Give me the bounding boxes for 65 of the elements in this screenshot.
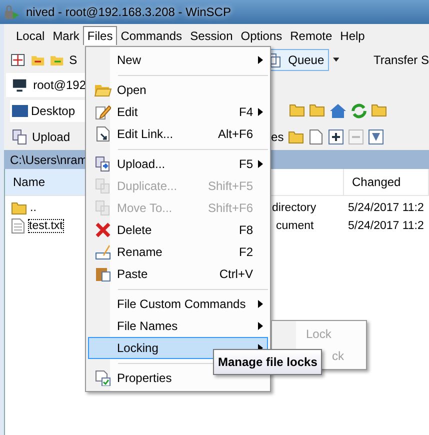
menu-item[interactable]: Delete F8 <box>88 219 268 241</box>
menu-item[interactable]: Local <box>12 26 49 46</box>
parent-folder-icon <box>289 102 305 116</box>
shortcut-label: F8 <box>238 223 253 237</box>
submenu-arrow-icon <box>258 322 262 330</box>
app-icon <box>4 4 20 20</box>
menu-item[interactable]: Open <box>88 79 268 101</box>
menu-item[interactable]: Session <box>186 26 237 46</box>
menu-item[interactable]: Edit F4 <box>88 101 268 123</box>
refresh-icon[interactable] <box>351 102 367 118</box>
menu-item[interactable]: Help <box>336 26 369 46</box>
session-tab[interactable]: root@192 <box>6 73 86 97</box>
rename-icon <box>95 244 111 260</box>
root-folder-icon <box>309 102 325 116</box>
table-cell-text: 5/24/2017 11:2 <box>347 202 425 214</box>
toolbar-label: Transfer S <box>373 53 429 67</box>
filter-icon[interactable] <box>368 129 384 145</box>
clipboard-icon <box>95 266 111 282</box>
document-link-icon[interactable] <box>308 129 324 145</box>
menu-item[interactable]: Rename F2 <box>88 241 268 263</box>
toolbar-label: es <box>271 130 284 144</box>
pencil-icon <box>95 104 111 120</box>
upload-icon <box>12 129 28 145</box>
menu-item[interactable]: File Names <box>88 315 268 337</box>
properties-icon <box>95 370 111 386</box>
shortcut-label: Shift+F6 <box>208 201 253 215</box>
shortcut-label: Ctrl+V <box>219 267 253 281</box>
document-link-icon <box>95 126 111 142</box>
menu-item[interactable]: Paste Ctrl+V <box>88 263 268 285</box>
submenu-arrow-icon <box>258 56 262 64</box>
duplicate-icon <box>95 178 111 194</box>
menu-item[interactable]: File Custom Commands <box>88 293 268 315</box>
table-cell: cument <box>276 220 314 232</box>
submenu-arrow-icon <box>258 160 262 168</box>
submenu-arrow-icon <box>258 300 262 308</box>
menu-item[interactable]: Edit Link... Alt+F6 <box>88 123 268 145</box>
table-cell: directory <box>272 202 316 214</box>
upload-button[interactable]: Upload <box>10 129 72 145</box>
menu-item[interactable]: Files <box>83 26 117 45</box>
submenu-arrow-icon <box>258 108 262 116</box>
caret-icon[interactable] <box>333 57 340 63</box>
upload-icon <box>95 156 111 172</box>
shortcut-label: F2 <box>238 245 253 259</box>
parent-folder-icon <box>11 201 27 215</box>
move-icon <box>95 200 111 216</box>
window-title: nived - root@192.168.3.208 - WinSCP <box>26 5 231 19</box>
delete-icon <box>95 222 111 238</box>
shortcut-label: Shift+F5 <box>208 179 253 193</box>
menu-item[interactable]: Options <box>236 26 286 46</box>
tooltip: Manage file locks <box>213 349 322 375</box>
plus-icon[interactable] <box>328 129 344 145</box>
open-folder-icon <box>94 82 112 98</box>
menu-item[interactable]: Commands <box>116 26 186 46</box>
monitor-icon <box>12 78 28 92</box>
shortcut-label: F4 <box>238 105 253 119</box>
table-cell-text: 5/24/2017 11:2 <box>347 220 425 232</box>
location-combo[interactable]: Desktop <box>10 100 85 122</box>
toolbar-label: S <box>69 53 78 67</box>
home-icon[interactable] <box>329 102 347 118</box>
new-folder-icon <box>288 130 304 144</box>
shortcut-label: F5 <box>238 157 253 171</box>
document-icon <box>11 218 25 234</box>
menu-item[interactable]: Mark <box>48 26 84 46</box>
menu-item[interactable]: Remote <box>286 26 336 46</box>
shortcut-label: Alt+F6 <box>218 127 253 141</box>
